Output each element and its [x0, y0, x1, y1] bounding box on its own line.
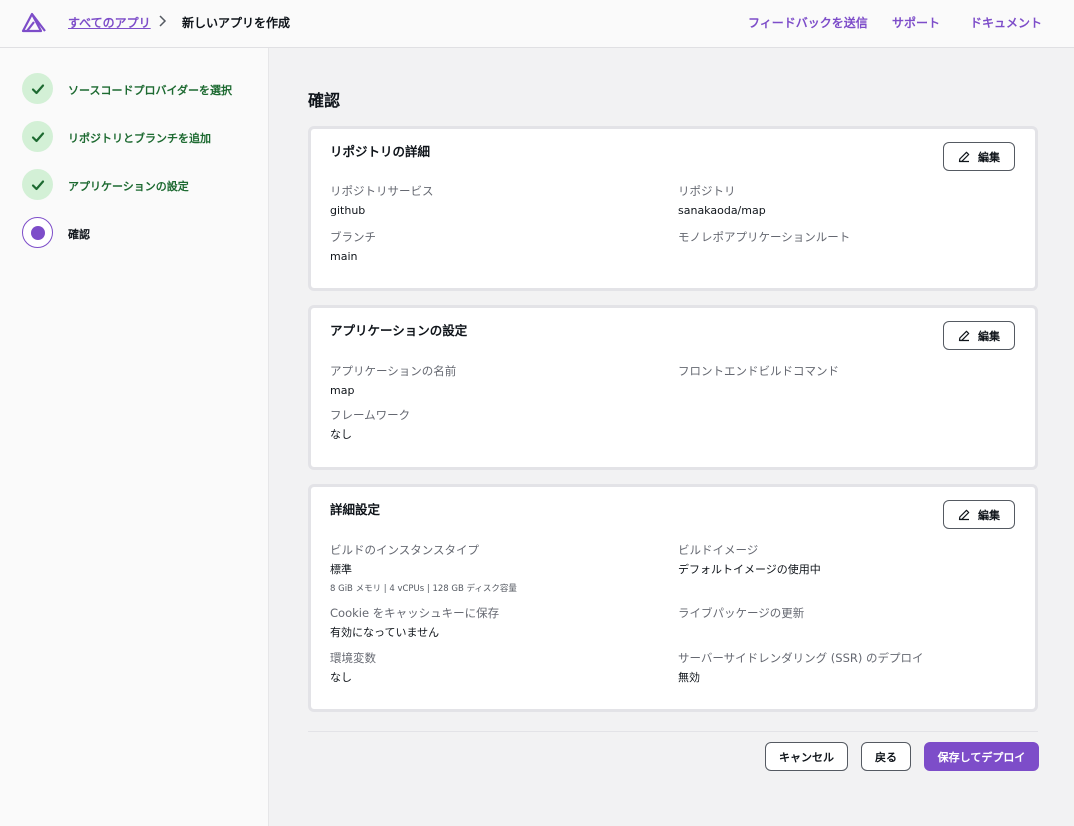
checkmark-icon	[31, 131, 44, 142]
field-label: Cookie をキャッシュキーに保存	[330, 606, 500, 620]
instance-spec-text: 8 GiB メモリ | 4 vCPUs | 128 GB ディスク容量	[330, 584, 517, 594]
monorepo-root-field: モノレポアプリケーションルート	[678, 230, 998, 244]
pencil-icon	[958, 151, 970, 162]
edit-label: 編集	[978, 150, 1000, 164]
step-complete-indicator	[22, 169, 53, 200]
field-label: 環境変数	[330, 651, 376, 665]
cancel-button[interactable]: キャンセル	[765, 742, 848, 771]
edit-app-settings-button[interactable]: 編集	[943, 321, 1015, 350]
breadcrumb-all-apps[interactable]: すべてのアプリ	[68, 14, 151, 31]
env-vars-field: 環境変数 なし	[330, 651, 650, 684]
card-title: 詳細設定	[330, 502, 381, 517]
field-label: ライブパッケージの更新	[678, 606, 805, 620]
field-value: 標準	[330, 563, 352, 576]
field-label: アプリケーションの名前	[330, 364, 457, 378]
top-navigation-bar: すべてのアプリ 新しいアプリを作成 フィードバックを送信 サポート ドキュメント	[0, 0, 1074, 48]
edit-repository-button[interactable]: 編集	[943, 142, 1015, 171]
field-value: デフォルトイメージの使用中	[678, 563, 821, 576]
step-repo-branch[interactable]: リポジトリとブランチを追加	[22, 121, 262, 153]
wizard-steps-sidebar: ソースコードプロバイダーを選択 リポジトリとブランチを追加 アプリケーションの設…	[0, 48, 269, 826]
step-review[interactable]: 確認	[22, 217, 262, 249]
checkmark-icon	[31, 83, 44, 94]
step-label: 確認	[68, 228, 90, 241]
build-image-field: ビルドイメージ デフォルトイメージの使用中	[678, 543, 998, 576]
repository-details-card: リポジトリの詳細 編集 リポジトリサービス github リポジトリ sanak…	[308, 126, 1038, 291]
step-app-settings[interactable]: アプリケーションの設定	[22, 169, 262, 201]
footer-divider	[308, 731, 1038, 732]
field-label: モノレポアプリケーションルート	[678, 230, 851, 244]
edit-label: 編集	[978, 508, 1000, 522]
branch-field: ブランチ main	[330, 230, 650, 263]
ssr-deploy-field: サーバーサイドレンダリング (SSR) のデプロイ 無効	[678, 651, 998, 684]
breadcrumb-current: 新しいアプリを作成	[182, 16, 291, 30]
advanced-settings-card: 詳細設定 編集 ビルドのインスタンスタイプ 標準 8 GiB メモリ | 4 v…	[308, 484, 1038, 712]
edit-advanced-settings-button[interactable]: 編集	[943, 500, 1015, 529]
app-name-field: アプリケーションの名前 map	[330, 364, 650, 397]
step-complete-indicator	[22, 73, 53, 104]
pencil-icon	[958, 330, 970, 341]
step-label: ソースコードプロバイダーを選択	[68, 84, 233, 97]
pencil-icon	[958, 509, 970, 520]
amplify-logo-icon[interactable]	[21, 11, 47, 33]
docs-link[interactable]: ドキュメント	[970, 14, 1042, 31]
live-package-update-field: ライブパッケージの更新	[678, 606, 998, 620]
back-button[interactable]: 戻る	[861, 742, 911, 771]
step-complete-indicator	[22, 121, 53, 152]
field-label: ブランチ	[330, 230, 376, 244]
field-label: ビルドのインスタンスタイプ	[330, 543, 480, 557]
step-label: リポジトリとブランチを追加	[68, 132, 211, 145]
edit-label: 編集	[978, 329, 1000, 343]
field-value: なし	[330, 428, 352, 441]
app-settings-card: アプリケーションの設定 編集 アプリケーションの名前 map フロントエンドビル…	[308, 305, 1038, 470]
field-value: なし	[330, 671, 352, 684]
field-value: github	[330, 204, 366, 217]
field-label: サーバーサイドレンダリング (SSR) のデプロイ	[678, 651, 924, 665]
field-value: map	[330, 384, 355, 397]
cookie-cache-key-field: Cookie をキャッシュキーに保存 有効になっていません	[330, 606, 650, 639]
step-label: アプリケーションの設定	[68, 180, 189, 193]
field-label: ビルドイメージ	[678, 543, 759, 557]
card-title: リポジトリの詳細	[330, 144, 431, 159]
field-value: 無効	[678, 671, 700, 684]
step-current-indicator	[22, 217, 53, 248]
frontend-build-command-field: フロントエンドビルドコマンド	[678, 364, 998, 378]
checkmark-icon	[31, 179, 44, 190]
field-value: sanakaoda/map	[678, 204, 766, 217]
current-dot-icon	[30, 225, 45, 240]
card-title: アプリケーションの設定	[330, 323, 468, 338]
field-value: main	[330, 250, 358, 263]
framework-field: フレームワーク なし	[330, 408, 650, 441]
page-title: 確認	[308, 91, 341, 110]
repo-service-field: リポジトリサービス github	[330, 184, 650, 217]
chevron-right-icon	[159, 15, 167, 27]
field-label: リポジトリ	[678, 184, 736, 198]
save-and-deploy-button[interactable]: 保存してデプロイ	[924, 742, 1039, 771]
step-source-provider[interactable]: ソースコードプロバイダーを選択	[22, 73, 262, 105]
field-value: 有効になっていません	[330, 626, 440, 639]
field-label: リポジトリサービス	[330, 184, 434, 198]
feedback-link[interactable]: フィードバックを送信	[748, 14, 868, 31]
field-label: フレームワーク	[330, 408, 411, 422]
repo-field: リポジトリ sanakaoda/map	[678, 184, 998, 217]
build-instance-type-field: ビルドのインスタンスタイプ 標準 8 GiB メモリ | 4 vCPUs | 1…	[330, 543, 650, 594]
field-label: フロントエンドビルドコマンド	[678, 364, 839, 378]
support-link[interactable]: サポート	[892, 14, 940, 31]
